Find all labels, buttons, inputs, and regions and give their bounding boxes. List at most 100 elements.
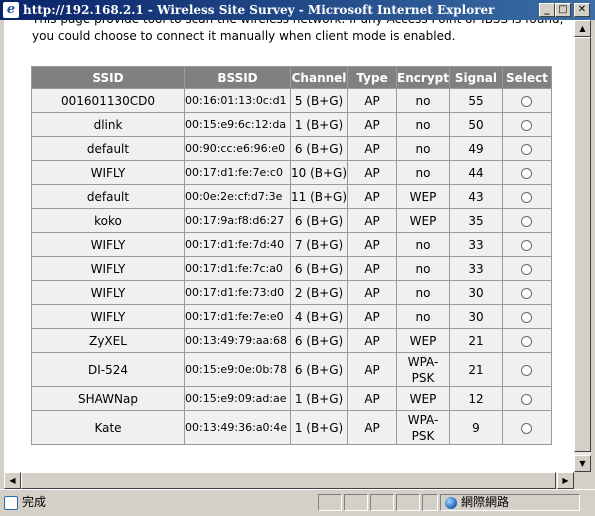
table-row: dlink 00:15:e9:6c:12:da 1 (B+G) AP no 50 <box>32 113 551 136</box>
col-header-encrypt: Encrypt <box>397 67 449 88</box>
select-radio[interactable] <box>521 215 533 227</box>
select-radio[interactable] <box>521 287 533 299</box>
signal-cell: 33 <box>449 233 502 256</box>
ssid-cell: dlink <box>32 113 184 136</box>
col-header-ssid: SSID <box>32 67 184 88</box>
bssid-cell: 00:17:d1:fe:7d:40 <box>185 233 290 256</box>
select-radio[interactable] <box>521 191 533 203</box>
table-row: 001601130CD0 00:16:01:13:0c:d1 5 (B+G) A… <box>32 89 551 112</box>
page-icon <box>4 495 18 510</box>
channel-cell: 1 (B+G) <box>291 387 348 410</box>
select-radio[interactable] <box>521 143 533 155</box>
type-cell: AP <box>348 329 397 352</box>
type-cell: AP <box>348 185 397 208</box>
signal-cell: 49 <box>449 137 502 160</box>
channel-cell: 6 (B+G) <box>291 257 348 280</box>
select-radio[interactable] <box>521 95 533 107</box>
select-radio[interactable] <box>521 311 533 323</box>
encrypt-cell: no <box>397 257 449 280</box>
channel-cell: 6 (B+G) <box>291 137 348 160</box>
ssid-cell: default <box>32 185 184 208</box>
channel-cell: 1 (B+G) <box>291 411 348 444</box>
type-cell: AP <box>348 353 397 386</box>
minimize-button[interactable]: _ <box>539 3 555 17</box>
scroll-left-button[interactable]: ◀ <box>4 472 21 489</box>
scroll-down-button[interactable]: ▼ <box>574 455 591 472</box>
bssid-cell: 00:17:d1:fe:7e:e0 <box>185 305 290 328</box>
col-header-bssid: BSSID <box>185 67 290 88</box>
encrypt-cell: no <box>397 305 449 328</box>
encrypt-cell: WPA-PSK <box>397 411 449 444</box>
security-zone: 網際網路 <box>440 494 580 511</box>
channel-cell: 6 (B+G) <box>291 329 348 352</box>
table-row: koko 00:17:9a:f8:d6:27 6 (B+G) AP WEP 35 <box>32 209 551 232</box>
bssid-cell: 00:13:49:36:a0:4e <box>185 411 290 444</box>
col-header-channel: Channel <box>291 67 348 88</box>
channel-cell: 7 (B+G) <box>291 233 348 256</box>
window-title: http://192.168.2.1 - Wireless Site Surve… <box>23 3 495 17</box>
vertical-scrollbar[interactable]: ▲ ▼ <box>574 20 591 472</box>
vertical-scroll-thumb[interactable] <box>574 37 591 452</box>
scroll-right-button[interactable]: ▶ <box>557 472 574 489</box>
scroll-up-button[interactable]: ▲ <box>574 20 591 37</box>
maximize-button[interactable]: □ <box>555 3 571 17</box>
select-radio[interactable] <box>521 239 533 251</box>
select-cell <box>502 161 551 184</box>
select-cell <box>502 281 551 304</box>
encrypt-cell: WEP <box>397 209 449 232</box>
signal-cell: 50 <box>449 113 502 136</box>
channel-cell: 2 (B+G) <box>291 281 348 304</box>
ssid-cell: WIFLY <box>32 257 184 280</box>
type-cell: AP <box>348 137 397 160</box>
bssid-cell: 00:17:d1:fe:7c:a0 <box>185 257 290 280</box>
table-row: Kate 00:13:49:36:a0:4e 1 (B+G) AP WPA-PS… <box>32 411 551 444</box>
select-radio[interactable] <box>521 167 533 179</box>
ssid-cell: 001601130CD0 <box>32 89 184 112</box>
type-cell: AP <box>348 113 397 136</box>
ssid-cell: default <box>32 137 184 160</box>
encrypt-cell: WEP <box>397 185 449 208</box>
bssid-cell: 00:15:e9:0e:0b:78 <box>185 353 290 386</box>
horizontal-scrollbar[interactable]: ◀ ▶ <box>4 472 574 489</box>
ssid-cell: koko <box>32 209 184 232</box>
horizontal-scroll-thumb[interactable] <box>21 472 556 489</box>
type-cell: AP <box>348 281 397 304</box>
type-cell: AP <box>348 387 397 410</box>
title-bar: e http://192.168.2.1 - Wireless Site Sur… <box>0 0 595 20</box>
select-cell <box>502 411 551 444</box>
zone-text: 網際網路 <box>461 495 510 509</box>
table-row: WIFLY 00:17:d1:fe:7e:c0 10 (B+G) AP no 4… <box>32 161 551 184</box>
select-radio[interactable] <box>521 335 533 347</box>
ssid-cell: ZyXEL <box>32 329 184 352</box>
select-radio[interactable] <box>521 263 533 275</box>
ssid-cell: SHAWNap <box>32 387 184 410</box>
status-bar: 完成 網際網路 <box>0 489 595 516</box>
col-header-signal: Signal <box>449 67 502 88</box>
select-radio[interactable] <box>521 119 533 131</box>
channel-cell: 6 (B+G) <box>291 209 348 232</box>
channel-cell: 6 (B+G) <box>291 353 348 386</box>
select-radio[interactable] <box>521 422 533 434</box>
table-row: WIFLY 00:17:d1:fe:7d:40 7 (B+G) AP no 33 <box>32 233 551 256</box>
channel-cell: 10 (B+G) <box>291 161 348 184</box>
encrypt-cell: no <box>397 233 449 256</box>
intro-text: This page provide tool to scan the wirel… <box>32 20 563 43</box>
channel-cell: 1 (B+G) <box>291 113 348 136</box>
encrypt-cell: no <box>397 113 449 136</box>
encrypt-cell: no <box>397 89 449 112</box>
table-row: WIFLY 00:17:d1:fe:73:d0 2 (B+G) AP no 30 <box>32 281 551 304</box>
ie-logo-icon[interactable]: e <box>3 2 19 18</box>
select-cell <box>502 257 551 280</box>
bssid-cell: 00:17:d1:fe:7e:c0 <box>185 161 290 184</box>
status-pane <box>422 494 438 511</box>
status-pane <box>318 494 342 511</box>
select-cell <box>502 353 551 386</box>
select-radio[interactable] <box>521 393 533 405</box>
page-content: This page provide tool to scan the wirel… <box>4 20 574 472</box>
table-row: default 00:0e:2e:cf:d7:3e 11 (B+G) AP WE… <box>32 185 551 208</box>
col-header-type: Type <box>348 67 397 88</box>
encrypt-cell: no <box>397 137 449 160</box>
signal-cell: 30 <box>449 281 502 304</box>
select-radio[interactable] <box>521 364 533 376</box>
close-button[interactable]: ✕ <box>574 3 590 17</box>
